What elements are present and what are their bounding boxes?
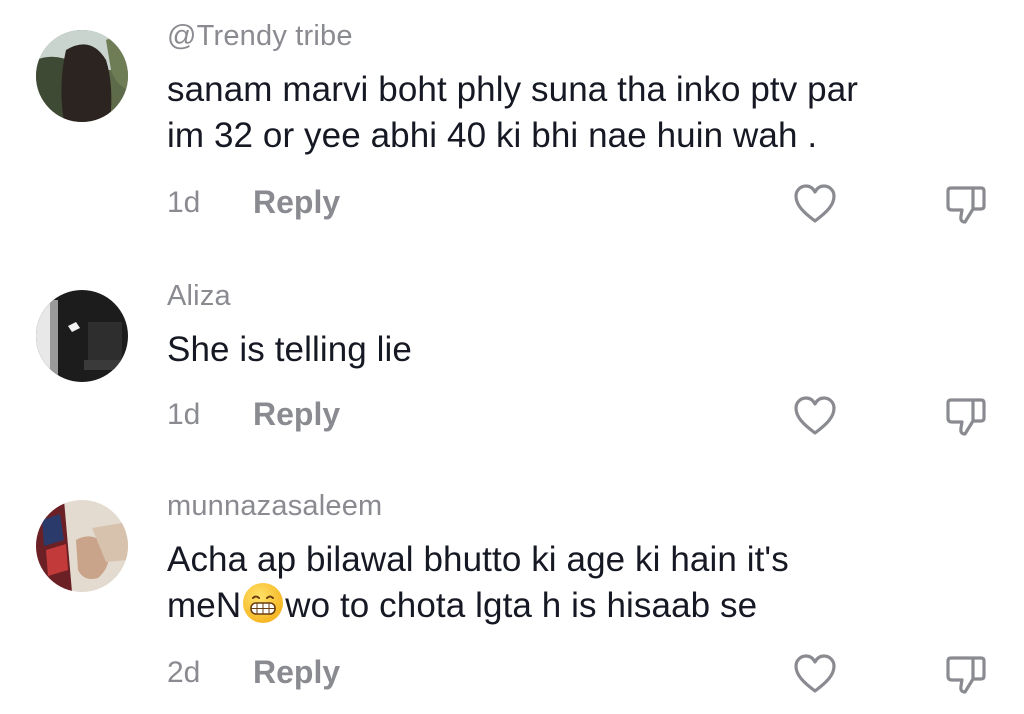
comment-text: Acha ap bilawal bhutto ki age ki hain it…	[167, 537, 997, 629]
comment-text-line: im 32 or yee abhi 40 ki bhi nae huin wah…	[167, 116, 818, 155]
comment-text-line: sanam marvi boht phly suna tha inko ptv …	[167, 70, 859, 109]
dislike-button[interactable]	[940, 178, 992, 230]
avatar[interactable]	[36, 30, 128, 122]
comment-username[interactable]: munnazasaleem	[167, 490, 382, 523]
comment-text: She is telling lie	[167, 327, 997, 373]
dislike-button[interactable]	[940, 390, 992, 442]
comment-text-line: Acha ap bilawal bhutto ki age ki hain it…	[167, 540, 789, 579]
comment-age: 2d	[167, 656, 201, 689]
comment-text-line: meN wo to chota lgta h is hisaab se	[167, 583, 997, 629]
like-button[interactable]	[789, 648, 841, 700]
avatar[interactable]	[36, 500, 128, 592]
comment-text-line: She is telling lie	[167, 330, 412, 369]
avatar[interactable]	[36, 290, 128, 382]
heart-icon	[794, 396, 836, 435]
thumbs-down-icon	[946, 398, 986, 436]
like-button[interactable]	[789, 178, 841, 230]
comment-age: 1d	[167, 186, 201, 219]
comment-text: sanam marvi boht phly suna tha inko ptv …	[167, 67, 997, 159]
comment-item: Aliza She is telling lie 1d Reply	[0, 260, 1024, 495]
thumbs-down-icon	[946, 186, 986, 224]
reply-button[interactable]: Reply	[253, 396, 340, 433]
dislike-button[interactable]	[940, 648, 992, 700]
comment-item: @Trendy tribe sanam marvi boht phly suna…	[0, 0, 1024, 235]
comment-text-fragment: wo to chota lgta h is hisaab se	[285, 586, 758, 625]
reply-button[interactable]: Reply	[253, 184, 340, 221]
thumbs-down-icon	[946, 656, 986, 694]
comment-username[interactable]: @Trendy tribe	[167, 20, 353, 53]
grinning-face-icon	[243, 583, 284, 623]
heart-icon	[794, 184, 836, 223]
heart-icon	[794, 654, 836, 693]
reply-button[interactable]: Reply	[253, 654, 340, 691]
comment-text-fragment: meN	[167, 586, 242, 625]
comment-username[interactable]: Aliza	[167, 280, 231, 313]
like-button[interactable]	[789, 390, 841, 442]
comment-age: 1d	[167, 398, 201, 431]
comment-item: munnazasaleem Acha ap bilawal bhutto ki …	[0, 470, 1024, 705]
